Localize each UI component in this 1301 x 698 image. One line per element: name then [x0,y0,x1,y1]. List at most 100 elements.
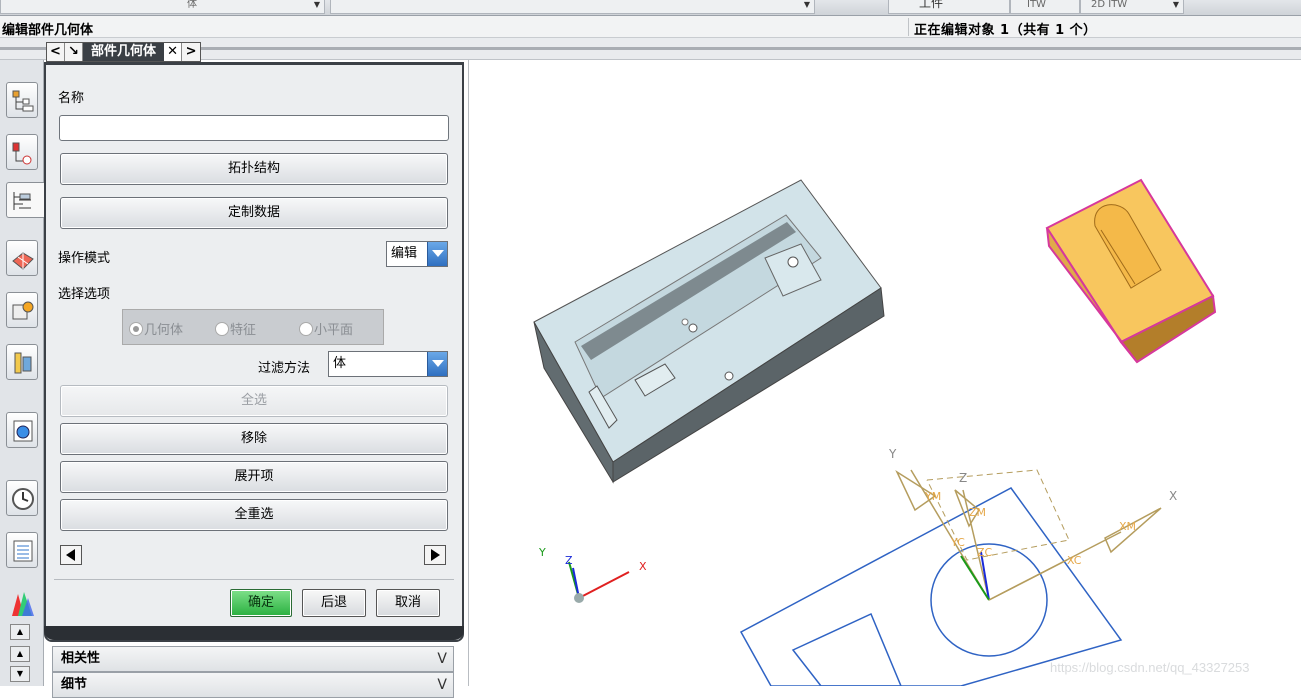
model-view[interactable]: X Y Z X Y Z XM YM ZM YC ZC XC [469,60,1301,686]
radio-feature[interactable]: 特征 [215,319,256,338]
assembly-navigator-tab[interactable] [6,240,38,276]
prev-dialog-button[interactable]: < [47,43,65,61]
details-section[interactable]: 细节 V [52,672,454,698]
wcs-x-label: X [639,560,647,573]
previous-arrow-button[interactable] [60,545,82,565]
tool-icon [14,352,32,374]
wcs-triad: X Y Z [538,546,647,603]
wcs-y-label: Y [538,546,546,559]
mcs-z-label: Z [959,471,967,485]
part-navigator-tab[interactable] [6,182,44,218]
radio-feature-label: 特征 [230,323,257,338]
filter-method-select[interactable]: 体 [328,351,448,377]
chevron-down-icon[interactable] [427,352,447,376]
triangle-right-icon [431,549,440,561]
method-value: ITW [1027,0,1046,10]
triangle-left-icon [66,549,75,561]
workpiece-combo[interactable]: 工件 [888,0,1010,14]
part-body[interactable] [533,179,885,484]
machine-icon [12,142,32,165]
geometry-type-value: 体 [187,0,197,10]
next-dialog-button[interactable]: > [182,43,201,61]
associativity-section[interactable]: 相关性 V [52,646,454,672]
reuse-library-tab[interactable] [6,292,38,328]
machine-tool-navigator-tab[interactable] [6,134,38,170]
next-arrow-button[interactable] [424,545,446,565]
cancel-button[interactable]: 取消 [376,589,440,617]
select-all-button[interactable]: 全选 [60,385,448,417]
library-icon [12,301,34,320]
radio-dot-icon [129,322,143,336]
name-label: 名称 [58,91,85,106]
back-button[interactable]: 后退 [302,589,366,617]
ok-button[interactable]: 确定 [230,589,292,617]
mcs-x-label: X [1169,489,1177,503]
name-input[interactable] [59,115,449,141]
roles-tab[interactable] [8,588,36,618]
radio-geometry-label: 几何体 [144,323,184,338]
radio-facet[interactable]: 小平面 [299,319,353,338]
dialog-title: 部件几何体 [83,43,165,61]
xc-label: XC [1067,554,1082,567]
mcs-y-label: Y [888,447,897,461]
tool-library-tab[interactable] [6,344,38,380]
chevron-down-icon: V [437,677,447,693]
chevron-down-icon[interactable] [427,242,447,266]
operation-mode-select[interactable]: 编辑 [386,241,448,267]
resource-bar: ▲ ▲ ▼ [0,60,44,686]
status-selection-count: 正在编辑对象 1（共有 1 个） [914,23,1097,38]
expand-items-button[interactable]: 展开项 [60,461,448,493]
radio-geometry[interactable]: 几何体 [129,319,183,338]
scroll-up-button[interactable]: ▲ [10,646,30,662]
select-options-label: 选择选项 [58,287,111,302]
radio-dot-icon [299,322,313,336]
radio-facet-label: 小平面 [314,323,354,338]
mesh-icon [12,252,34,270]
palette-icon [12,592,34,616]
globe-icon [13,420,33,442]
custom-data-button[interactable]: 定制数据 [60,197,448,229]
select-options-radio-group: 几何体 特征 小平面 [122,309,384,345]
method2-value: 2D ITW [1091,0,1128,10]
status-bar: 编辑部件几何体 正在编辑对象 1（共有 1 个） [0,16,1301,38]
geometry-type-combo[interactable]: 体 ▼ [0,0,325,14]
operation-mode-label: 操作模式 [58,251,111,266]
radio-dot-icon [215,322,229,336]
operation-navigator-tab[interactable] [6,82,38,118]
chevron-down-icon: V [437,651,447,667]
status-prompt: 编辑部件几何体 [2,23,94,38]
scroll-down-button[interactable]: ▼ [10,666,30,682]
clock-icon [12,488,34,510]
topology-button[interactable]: 拓扑结构 [60,153,448,185]
yc-label: YC [950,536,965,549]
zc-label: ZC [977,546,993,559]
mcs-and-sketch: X Y Z XM YM ZM YC ZC XC [739,447,1177,686]
method2-combo[interactable]: 2D ITW ▼ [1080,0,1184,14]
filter-method-value: 体 [333,356,347,371]
ym-label: YM [924,490,941,503]
close-dialog-button[interactable]: ✕ [164,43,183,61]
zm-label: ZM [969,506,986,519]
xm-label: XM [1119,520,1136,533]
wcs-z-label: Z [565,554,573,567]
web-browser-tab[interactable] [6,412,38,448]
graphics-window[interactable]: X Y Z X Y Z XM YM ZM YC ZC XC [468,60,1301,686]
filter-method-label: 过滤方法 [258,361,311,376]
dialog-tab-strip: < ↘ 部件几何体 ✕ > [46,42,202,62]
reselect-all-button[interactable]: 全重选 [60,499,448,531]
system-materials-tab[interactable] [6,532,38,568]
pin-icon[interactable]: ↘ [65,43,83,61]
workpiece-value: 工件 [919,0,944,10]
top-toolbar: 体 ▼ ▼ 工件 ITW 2D ITW ▼ [0,0,1301,16]
associativity-label: 相关性 [61,651,101,666]
method-combo[interactable]: ITW [1010,0,1080,14]
remove-button[interactable]: 移除 [60,423,448,455]
filter-combo[interactable]: ▼ [330,0,815,14]
status-divider [908,18,909,36]
history-tab[interactable] [6,480,38,516]
tree-icon [12,90,34,112]
part-geometry-dialog: 名称 拓扑结构 定制数据 操作模式 编辑 选择选项 几何体 特征 小平面 过滤方… [44,62,464,642]
blank-body[interactable] [1045,178,1217,364]
list-icon [13,540,33,562]
scroll-top-button[interactable]: ▲ [10,624,30,640]
